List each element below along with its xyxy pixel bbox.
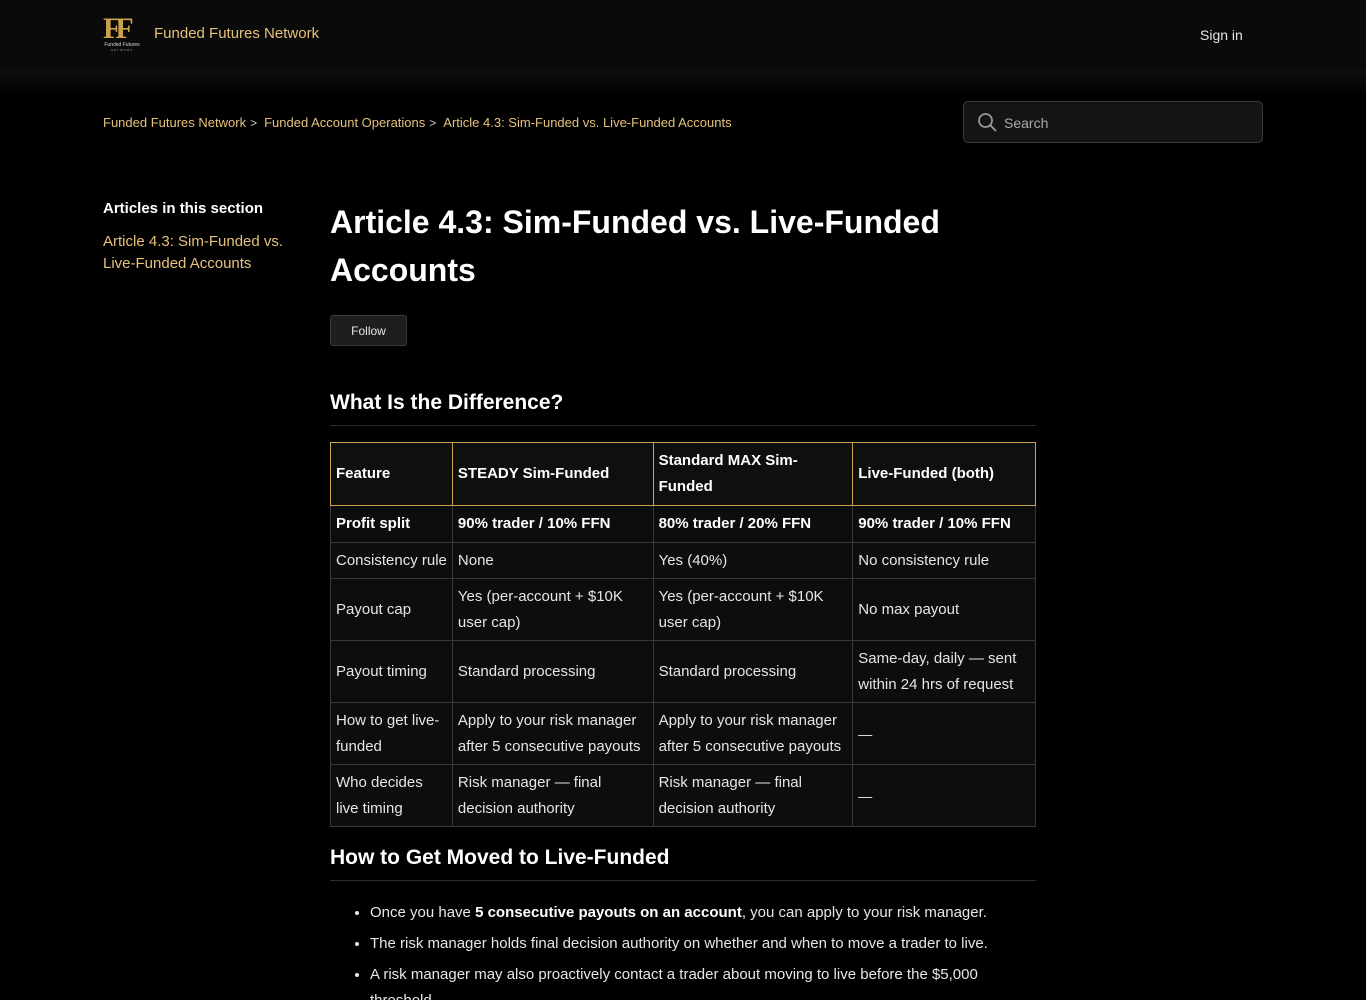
search-icon	[978, 113, 997, 132]
table-cell: 80% trader / 20% FFN	[652, 505, 854, 543]
column-header: Standard MAX Sim-Funded	[652, 442, 854, 506]
table-cell: Apply to your risk manager after 5 conse…	[652, 702, 854, 765]
section-heading-difference: What Is the Difference?	[330, 391, 1036, 426]
table-cell: None	[451, 542, 654, 579]
table-cell: Standard processing	[652, 640, 854, 703]
follow-button[interactable]: Follow	[330, 315, 407, 346]
site-header: FF Funded Futures NETWORK Funded Futures…	[0, 0, 1366, 70]
list-item: The risk manager holds final decision au…	[370, 931, 1010, 957]
breadcrumb-item-section[interactable]: Funded Account Operations	[264, 115, 425, 130]
table-cell: Standard processing	[451, 640, 654, 703]
table-cell: Risk manager — final decision authority	[451, 764, 654, 827]
table-cell: Who decides live timing	[330, 764, 453, 827]
logo-subtext: NETWORK	[110, 48, 134, 52]
comparison-table: Feature STEADY Sim-Funded Standard MAX S…	[330, 442, 1036, 827]
table-row: Profit split 90% trader / 10% FFN 80% tr…	[330, 505, 1036, 543]
table-row: Who decides live timing Risk manager — f…	[330, 764, 1036, 827]
table-cell: No max payout	[852, 578, 1036, 641]
list-item-text: , you can apply to your risk manager.	[741, 904, 987, 921]
table-cell: How to get live-funded	[330, 702, 453, 765]
breadcrumb: Funded Futures Network > Funded Account …	[103, 115, 732, 130]
breadcrumb-separator: >	[250, 115, 258, 130]
logo-mark: FF	[103, 12, 134, 45]
table-cell: —	[852, 702, 1036, 765]
section-heading-how-to-move: How to Get Moved to Live-Funded	[330, 846, 1036, 881]
brand-name-link[interactable]: Funded Futures Network	[154, 25, 319, 42]
table-row: How to get live-funded Apply to your ris…	[330, 702, 1036, 765]
list-item: A risk manager may also proactively cont…	[370, 962, 1010, 1000]
sidebar-item-article-4-3[interactable]: Article 4.3: Sim-Funded vs. Live-Funded …	[103, 231, 298, 275]
page-title: Article 4.3: Sim-Funded vs. Live-Funded …	[330, 204, 940, 288]
table-row: Payout timing Standard processing Standa…	[330, 640, 1036, 703]
header-shadow	[0, 70, 1366, 96]
table-cell: Yes (per-account + $10K user cap)	[451, 578, 654, 641]
search-box[interactable]	[963, 101, 1263, 143]
breadcrumb-item-article[interactable]: Article 4.3: Sim-Funded vs. Live-Funded …	[443, 115, 731, 130]
table-cell: Consistency rule	[330, 542, 453, 579]
list-item: Once you have 5 consecutive payouts on a…	[370, 900, 1010, 926]
table-cell: Risk manager — final decision authority	[652, 764, 854, 827]
list-item-text: Once you have	[370, 904, 476, 921]
sidebar-title: Articles in this section	[103, 200, 264, 217]
table-cell: Yes (per-account + $10K user cap)	[652, 578, 854, 641]
table-cell: Apply to your risk manager after 5 conse…	[451, 702, 654, 765]
table-cell: Yes (40%)	[652, 542, 854, 579]
table-row: Consistency rule None Yes (40%) No consi…	[330, 542, 1036, 579]
table-cell: No consistency rule	[852, 542, 1036, 579]
table-header-row: Feature STEADY Sim-Funded Standard MAX S…	[330, 442, 1036, 506]
table-cell: 90% trader / 10% FFN	[451, 505, 654, 543]
table-cell: 90% trader / 10% FFN	[852, 505, 1036, 543]
search-input[interactable]	[1004, 112, 1254, 134]
table-cell: Payout timing	[330, 640, 453, 703]
list-item-emphasis: 5 consecutive payouts on an account	[475, 904, 742, 921]
brand-logo[interactable]: FF Funded Futures NETWORK	[103, 12, 141, 53]
table-cell: Same-day, daily — sent within 24 hrs of …	[852, 640, 1036, 703]
sign-in-link[interactable]: Sign in	[1200, 27, 1243, 43]
breadcrumb-item-home[interactable]: Funded Futures Network	[103, 115, 246, 130]
bullet-list: Once you have 5 consecutive payouts on a…	[350, 900, 1010, 1000]
table-cell: Payout cap	[330, 578, 453, 641]
table-cell: Profit split	[330, 505, 453, 543]
column-header: Feature	[330, 442, 453, 506]
breadcrumb-separator: >	[429, 115, 437, 130]
table-cell: —	[852, 764, 1036, 827]
column-header: STEADY Sim-Funded	[451, 442, 654, 506]
column-header: Live-Funded (both)	[852, 442, 1036, 506]
table-row: Payout cap Yes (per-account + $10K user …	[330, 578, 1036, 641]
